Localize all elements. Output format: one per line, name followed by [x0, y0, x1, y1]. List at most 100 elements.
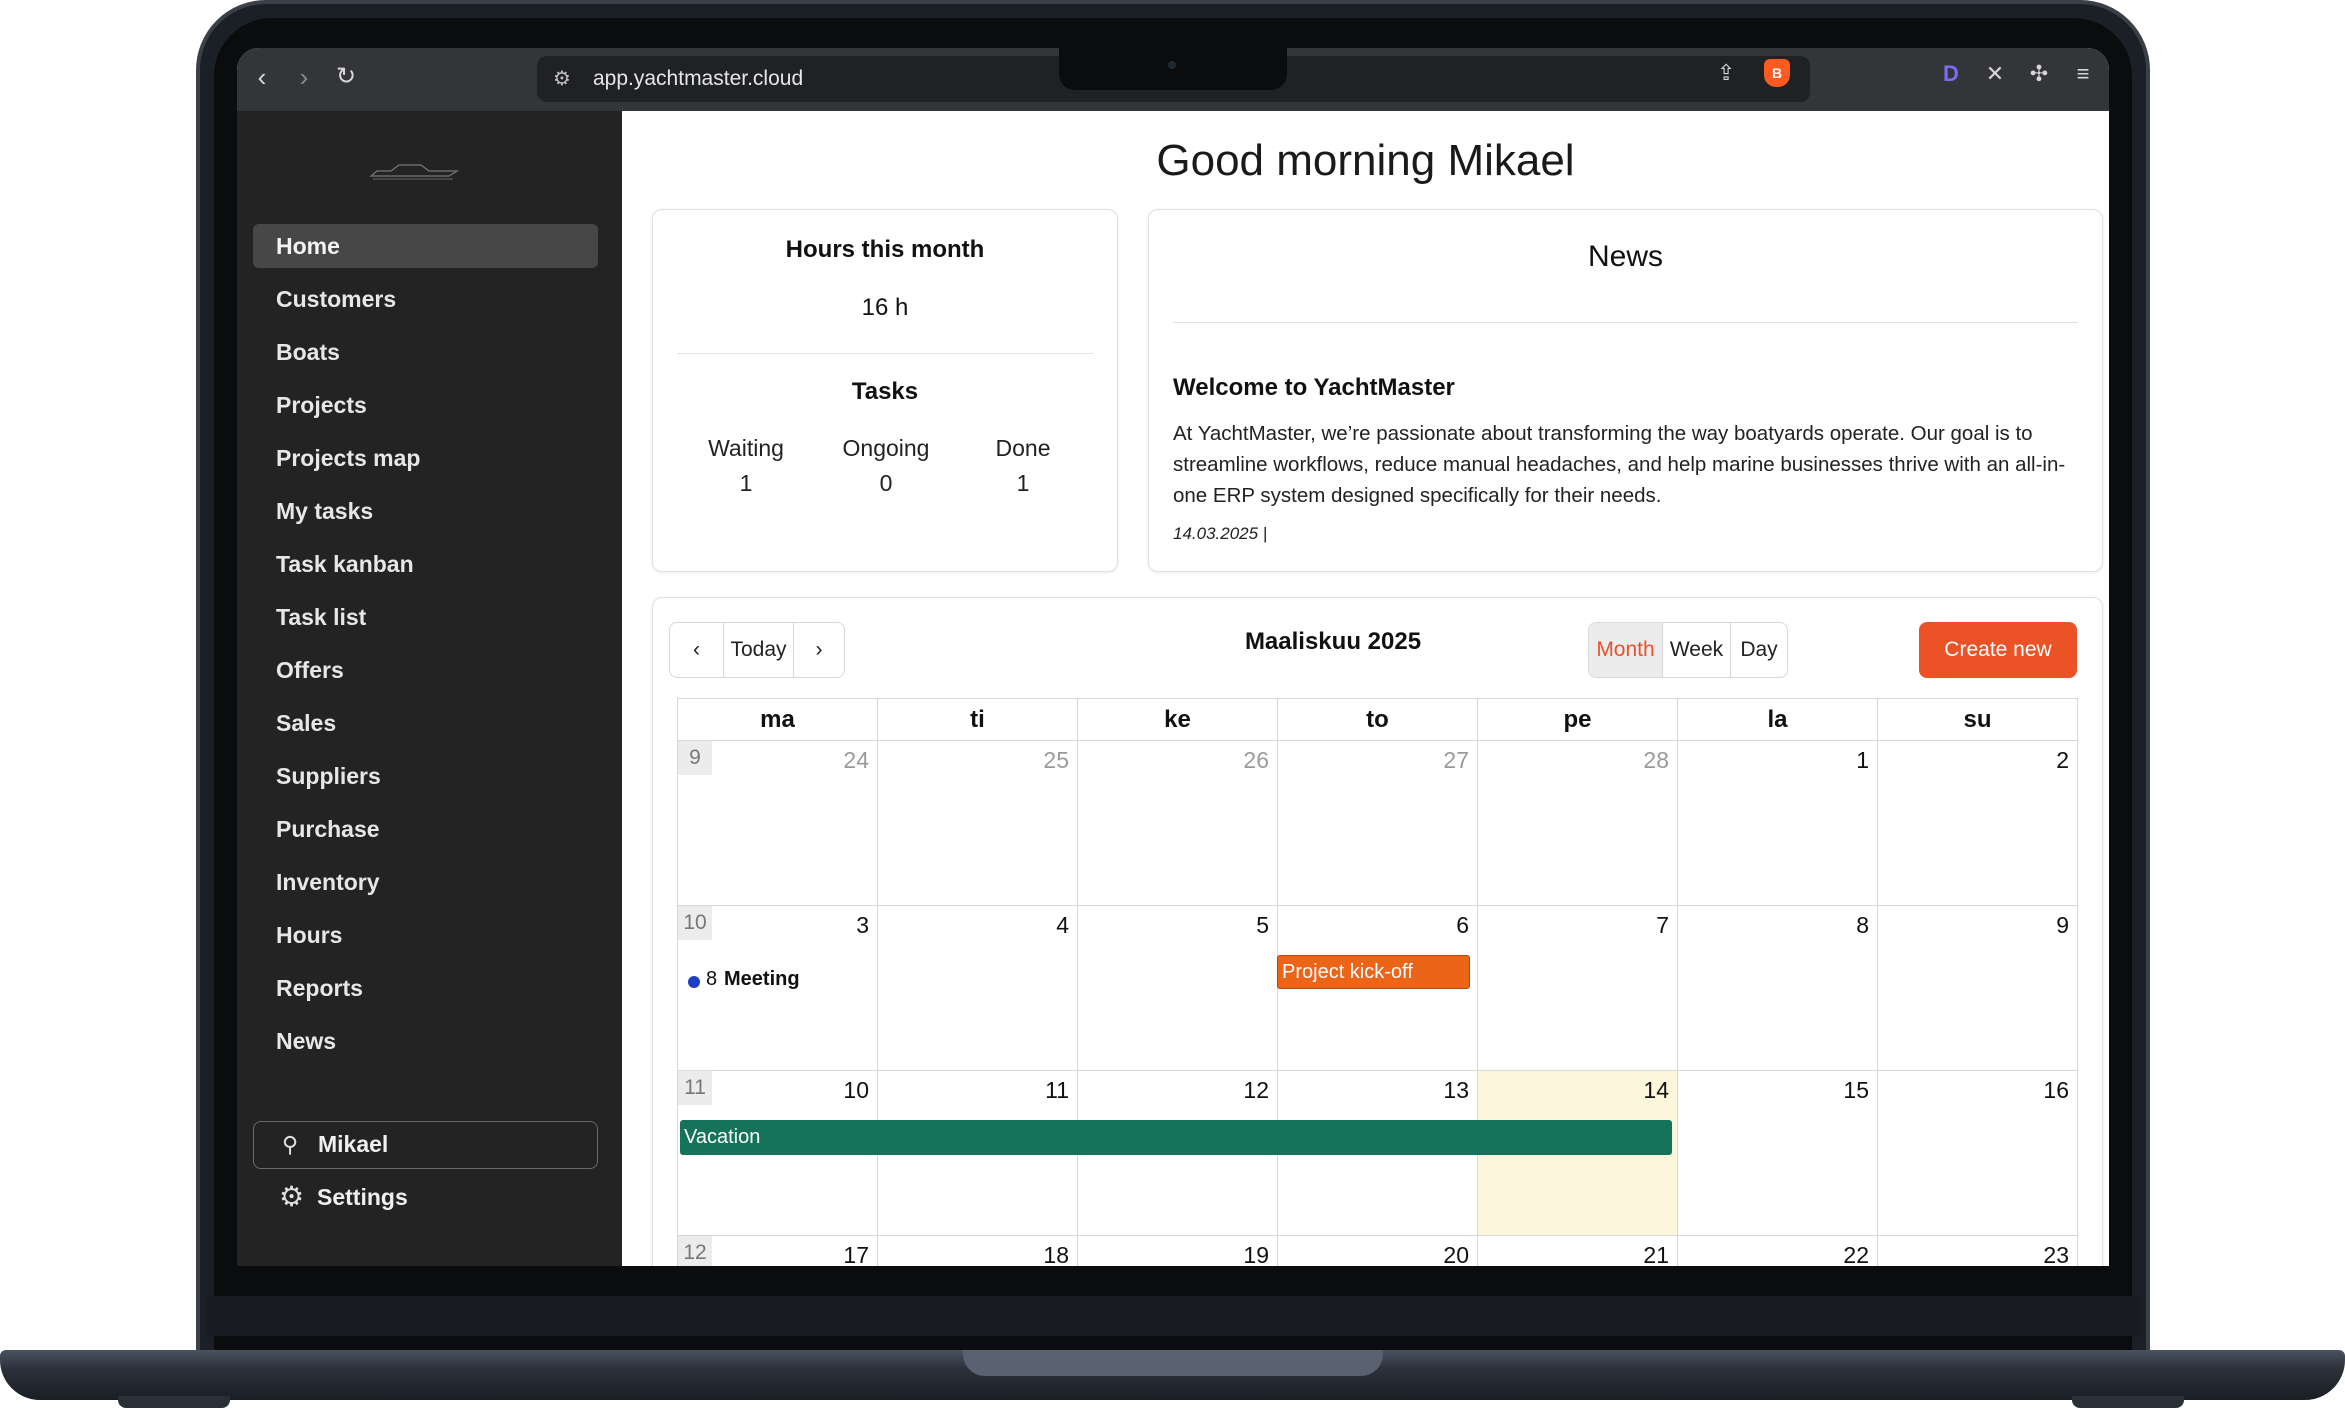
calendar-day-cell[interactable]: 28: [1477, 740, 1678, 906]
calendar-day-cell[interactable]: 7: [1477, 905, 1678, 1071]
event-project-kickoff[interactable]: Project kick-off: [1277, 955, 1470, 989]
week-number[interactable]: 9: [678, 741, 712, 775]
calendar-day-cell[interactable]: 1: [1677, 740, 1878, 906]
day-number[interactable]: 28: [1643, 747, 1669, 774]
day-number[interactable]: 2: [2056, 747, 2069, 774]
back-icon[interactable]: ‹: [247, 62, 277, 92]
puzzle-icon[interactable]: ✣: [2025, 60, 2053, 88]
sidebar-item-news[interactable]: News: [253, 1019, 598, 1063]
week-number[interactable]: 12: [678, 1236, 712, 1266]
day-number[interactable]: 14: [1643, 1077, 1669, 1104]
calendar-day-cell[interactable]: 20: [1277, 1235, 1478, 1266]
sidebar-item-sales[interactable]: Sales: [253, 701, 598, 745]
day-number[interactable]: 8: [1856, 912, 1869, 939]
day-number[interactable]: 21: [1643, 1242, 1669, 1266]
calendar-day-cell[interactable]: 26: [1077, 740, 1278, 906]
day-number[interactable]: 3: [856, 912, 869, 939]
day-number[interactable]: 24: [843, 747, 869, 774]
event-meeting-time[interactable]: 8: [706, 968, 717, 991]
sidebar-user-button[interactable]: ⚲ Mikael: [253, 1121, 598, 1169]
calendar-day-cell[interactable]: 17 12: [677, 1235, 878, 1266]
day-number[interactable]: 9: [2056, 912, 2069, 939]
calendar-day-cell[interactable]: 19: [1077, 1235, 1278, 1266]
tasks-waiting: Waiting 1: [686, 435, 806, 497]
calendar-day-cell[interactable]: 4: [877, 905, 1078, 1071]
reload-icon[interactable]: ↻: [331, 62, 361, 92]
calendar-day-cell[interactable]: 18: [877, 1235, 1078, 1266]
day-number[interactable]: 19: [1243, 1242, 1269, 1266]
site-settings-icon[interactable]: ⚙: [553, 66, 571, 91]
view-day-button[interactable]: Day: [1731, 623, 1787, 677]
view-week-button[interactable]: Week: [1663, 623, 1731, 677]
prev-month-button[interactable]: ‹: [670, 623, 724, 677]
today-button[interactable]: Today: [724, 623, 794, 677]
event-meeting[interactable]: Meeting: [724, 968, 800, 991]
day-number[interactable]: 23: [2043, 1242, 2069, 1266]
day-number[interactable]: 25: [1043, 747, 1069, 774]
week-number[interactable]: 11: [678, 1071, 712, 1105]
calendar-day-cell[interactable]: 15: [1677, 1070, 1878, 1236]
sidebar-item-projects-map[interactable]: Projects map: [253, 436, 598, 480]
sidebar-item-purchase[interactable]: Purchase: [253, 807, 598, 851]
calendar-day-cell[interactable]: 27: [1277, 740, 1478, 906]
day-number[interactable]: 11: [1045, 1077, 1069, 1104]
day-number[interactable]: 22: [1843, 1242, 1869, 1266]
day-number[interactable]: 7: [1656, 912, 1669, 939]
create-new-button[interactable]: Create new: [1919, 622, 2077, 678]
news-headline[interactable]: Welcome to YachtMaster: [1173, 374, 1455, 402]
calendar-day-cell[interactable]: 16: [1877, 1070, 2078, 1236]
event-vacation[interactable]: Vacation: [680, 1120, 1672, 1155]
day-number[interactable]: 26: [1243, 747, 1269, 774]
calendar-day-cell[interactable]: 5: [1077, 905, 1278, 1071]
week-number[interactable]: 10: [678, 906, 712, 940]
day-number[interactable]: 12: [1243, 1077, 1269, 1104]
day-number[interactable]: 13: [1443, 1077, 1469, 1104]
stats-card: Hours this month 16 h Tasks Waiting 1 On…: [652, 209, 1118, 572]
day-number[interactable]: 17: [843, 1242, 869, 1266]
sidebar-item-task-kanban[interactable]: Task kanban: [253, 542, 598, 586]
calendar-day-cell[interactable]: 21: [1477, 1235, 1678, 1266]
sidebar-item-boats[interactable]: Boats: [253, 330, 598, 374]
day-number[interactable]: 27: [1443, 747, 1469, 774]
calendar-day-cell[interactable]: 2: [1877, 740, 2078, 906]
sidebar-item-home[interactable]: Home: [253, 224, 598, 268]
extension-d-icon[interactable]: D: [1937, 60, 1965, 88]
forward-icon[interactable]: ›: [289, 62, 319, 92]
calendar-day-cell[interactable]: 24 9: [677, 740, 878, 906]
view-month-button[interactable]: Month: [1589, 623, 1663, 677]
calendar-day-cell[interactable]: 22: [1677, 1235, 1878, 1266]
screen: ‹ › ↻ ⚙ app.yachtmaster.cloud ⇪ B D ✕ ✣ …: [237, 48, 2109, 1266]
day-number[interactable]: 20: [1443, 1242, 1469, 1266]
sidebar-item-settings[interactable]: ⚙ Settings: [253, 1174, 598, 1220]
day-number[interactable]: 4: [1056, 912, 1069, 939]
sidebar-item-suppliers[interactable]: Suppliers: [253, 754, 598, 798]
sidebar-item-my-tasks[interactable]: My tasks: [253, 489, 598, 533]
day-number[interactable]: 15: [1843, 1077, 1869, 1104]
extension-icon[interactable]: ✕: [1981, 60, 2009, 88]
day-number[interactable]: 6: [1456, 912, 1469, 939]
calendar-day-cell[interactable]: 8: [1677, 905, 1878, 1071]
sidebar-item-hours[interactable]: Hours: [253, 913, 598, 957]
day-number[interactable]: 10: [843, 1077, 869, 1104]
chevron-right-icon: ›: [815, 638, 823, 661]
day-number[interactable]: 18: [1043, 1242, 1069, 1266]
day-number[interactable]: 5: [1256, 912, 1269, 939]
calendar-day-cell[interactable]: 9: [1877, 905, 2078, 1071]
calendar-day-cell[interactable]: 3 10 8 Meeting: [677, 905, 878, 1071]
next-month-button[interactable]: ›: [794, 623, 844, 677]
day-number[interactable]: 1: [1856, 747, 1869, 774]
sidebar-item-customers[interactable]: Customers: [253, 277, 598, 321]
sidebar-item-offers[interactable]: Offers: [253, 648, 598, 692]
sidebar-item-projects[interactable]: Projects: [253, 383, 598, 427]
day-number[interactable]: 16: [2043, 1077, 2069, 1104]
calendar-title: Maaliskuu 2025: [1244, 628, 1422, 655]
calendar-day-cell[interactable]: 25: [877, 740, 1078, 906]
sidebar-item-task-list[interactable]: Task list: [253, 595, 598, 639]
share-icon[interactable]: ⇪: [1717, 60, 1735, 86]
calendar-day-cell[interactable]: 23: [1877, 1235, 2078, 1266]
url-text[interactable]: app.yachtmaster.cloud: [593, 67, 803, 91]
menu-icon[interactable]: ≡: [2069, 60, 2097, 88]
brave-shield-icon[interactable]: B: [1764, 59, 1790, 87]
sidebar-item-reports[interactable]: Reports: [253, 966, 598, 1010]
sidebar-item-inventory[interactable]: Inventory: [253, 860, 598, 904]
